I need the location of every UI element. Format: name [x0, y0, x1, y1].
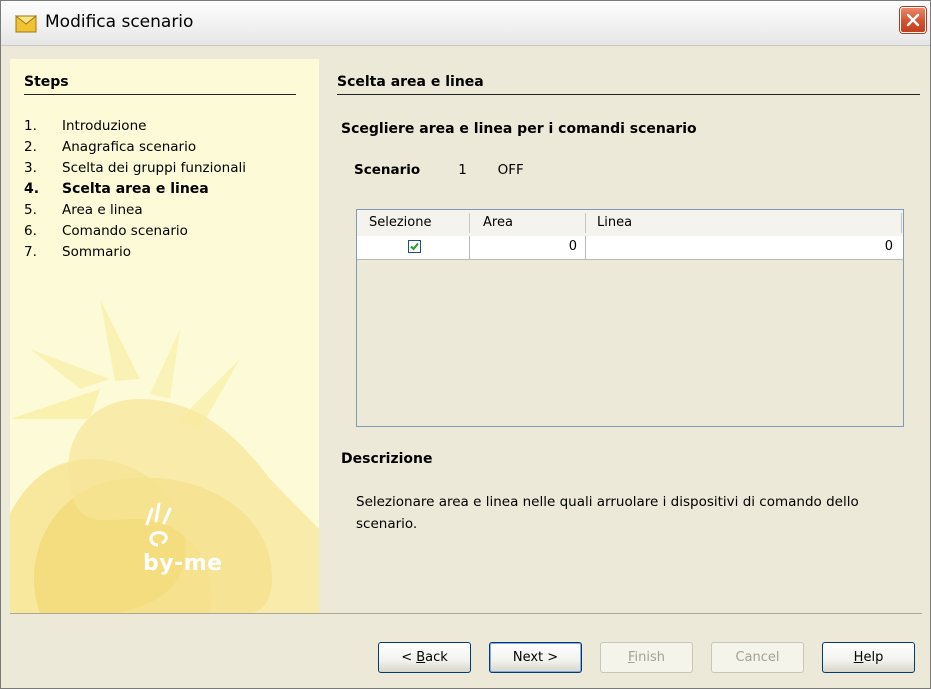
back-button-label: ack: [425, 650, 448, 665]
step-number: 1.: [24, 118, 37, 134]
description-title: Descrizione: [341, 451, 433, 467]
step-label: Anagrafica scenario: [62, 139, 197, 155]
step-item: 3. Scelta dei gruppi funzionali: [24, 158, 246, 179]
finish-button-label: inish: [634, 650, 666, 665]
help-button[interactable]: Help: [822, 642, 915, 673]
step-item: 5. Area e linea: [24, 200, 246, 221]
step-label: Comando scenario: [62, 223, 188, 239]
step-number: 6.: [24, 223, 37, 239]
step-number: 7.: [24, 244, 37, 260]
content-panel: Scelta area e linea Scegliere area e lin…: [319, 59, 931, 613]
area-cell[interactable]: 0: [507, 239, 577, 254]
help-button-label: elp: [863, 650, 884, 665]
scenario-label: Scenario: [354, 162, 421, 178]
step-item: 1. Introduzione: [24, 116, 246, 137]
back-button[interactable]: < Back: [378, 642, 471, 673]
column-divider[interactable]: [585, 213, 586, 233]
description-text: Selezionare area e linea nelle quali arr…: [356, 494, 859, 532]
scenario-info: Scenario 1 OFF: [354, 162, 524, 178]
step-item-current: 4. Scelta area e linea: [24, 179, 246, 200]
step-label: Sommario: [62, 244, 131, 260]
column-divider[interactable]: [901, 213, 902, 233]
finish-button[interactable]: Finish: [600, 642, 693, 673]
byme-logo: by-me: [143, 551, 223, 576]
cell-divider: [585, 236, 586, 259]
window-title: Modifica scenario: [45, 12, 194, 32]
step-label: Area e linea: [62, 202, 143, 218]
next-button[interactable]: Next >: [489, 642, 582, 673]
column-header-selezione[interactable]: Selezione: [369, 215, 432, 230]
app-icon: [15, 15, 37, 33]
steps-panel: Steps 1. Introduzione 2. Anagrafica scenar…: [10, 59, 319, 613]
step-item: 7. Sommario: [24, 242, 246, 263]
step-label: Scelta dei gruppi funzionali: [62, 160, 246, 176]
linea-cell[interactable]: 0: [657, 239, 893, 254]
column-header-linea[interactable]: Linea: [597, 215, 632, 230]
close-icon: [906, 13, 920, 27]
close-button[interactable]: [900, 7, 926, 33]
table-header: Selezione Area Linea: [357, 210, 903, 237]
step-item: 2. Anagrafica scenario: [24, 137, 246, 158]
steps-title: Steps: [24, 74, 296, 95]
back-button-mnemonic: B: [416, 650, 426, 665]
instruction-heading: Scegliere area e linea per i comandi sce…: [341, 121, 697, 137]
column-divider[interactable]: [469, 213, 470, 233]
steps-list: 1. Introduzione 2. Anagrafica scenario 3. S…: [24, 116, 246, 263]
scenario-state: OFF: [497, 162, 524, 178]
back-button-prefix: <: [401, 650, 417, 665]
dialog-window: Modifica scenario Steps 1. Introduzione …: [0, 0, 931, 689]
area-line-table[interactable]: Selezione Area Linea 0 0: [356, 209, 904, 427]
cancel-button[interactable]: Cancel: [711, 642, 804, 673]
step-label: Scelta area e linea: [62, 181, 209, 197]
cell-divider: [469, 236, 470, 259]
title-bar[interactable]: Modifica scenario: [1, 1, 930, 46]
step-label: Introduzione: [62, 118, 147, 134]
scenario-number: 1: [458, 162, 467, 178]
step-number: 5.: [24, 202, 37, 218]
selection-checkbox[interactable]: [408, 240, 421, 253]
step-number: 4.: [24, 181, 40, 197]
table-row[interactable]: 0 0: [357, 236, 903, 260]
step-item: 6. Comando scenario: [24, 221, 246, 242]
column-header-area[interactable]: Area: [483, 215, 513, 230]
page-title: Scelta area e linea: [337, 74, 920, 95]
footer-separator: [10, 613, 922, 614]
step-number: 3.: [24, 160, 37, 176]
step-number: 2.: [24, 139, 37, 155]
checkmark-icon: [410, 242, 419, 251]
help-button-mnemonic: H: [853, 650, 864, 665]
